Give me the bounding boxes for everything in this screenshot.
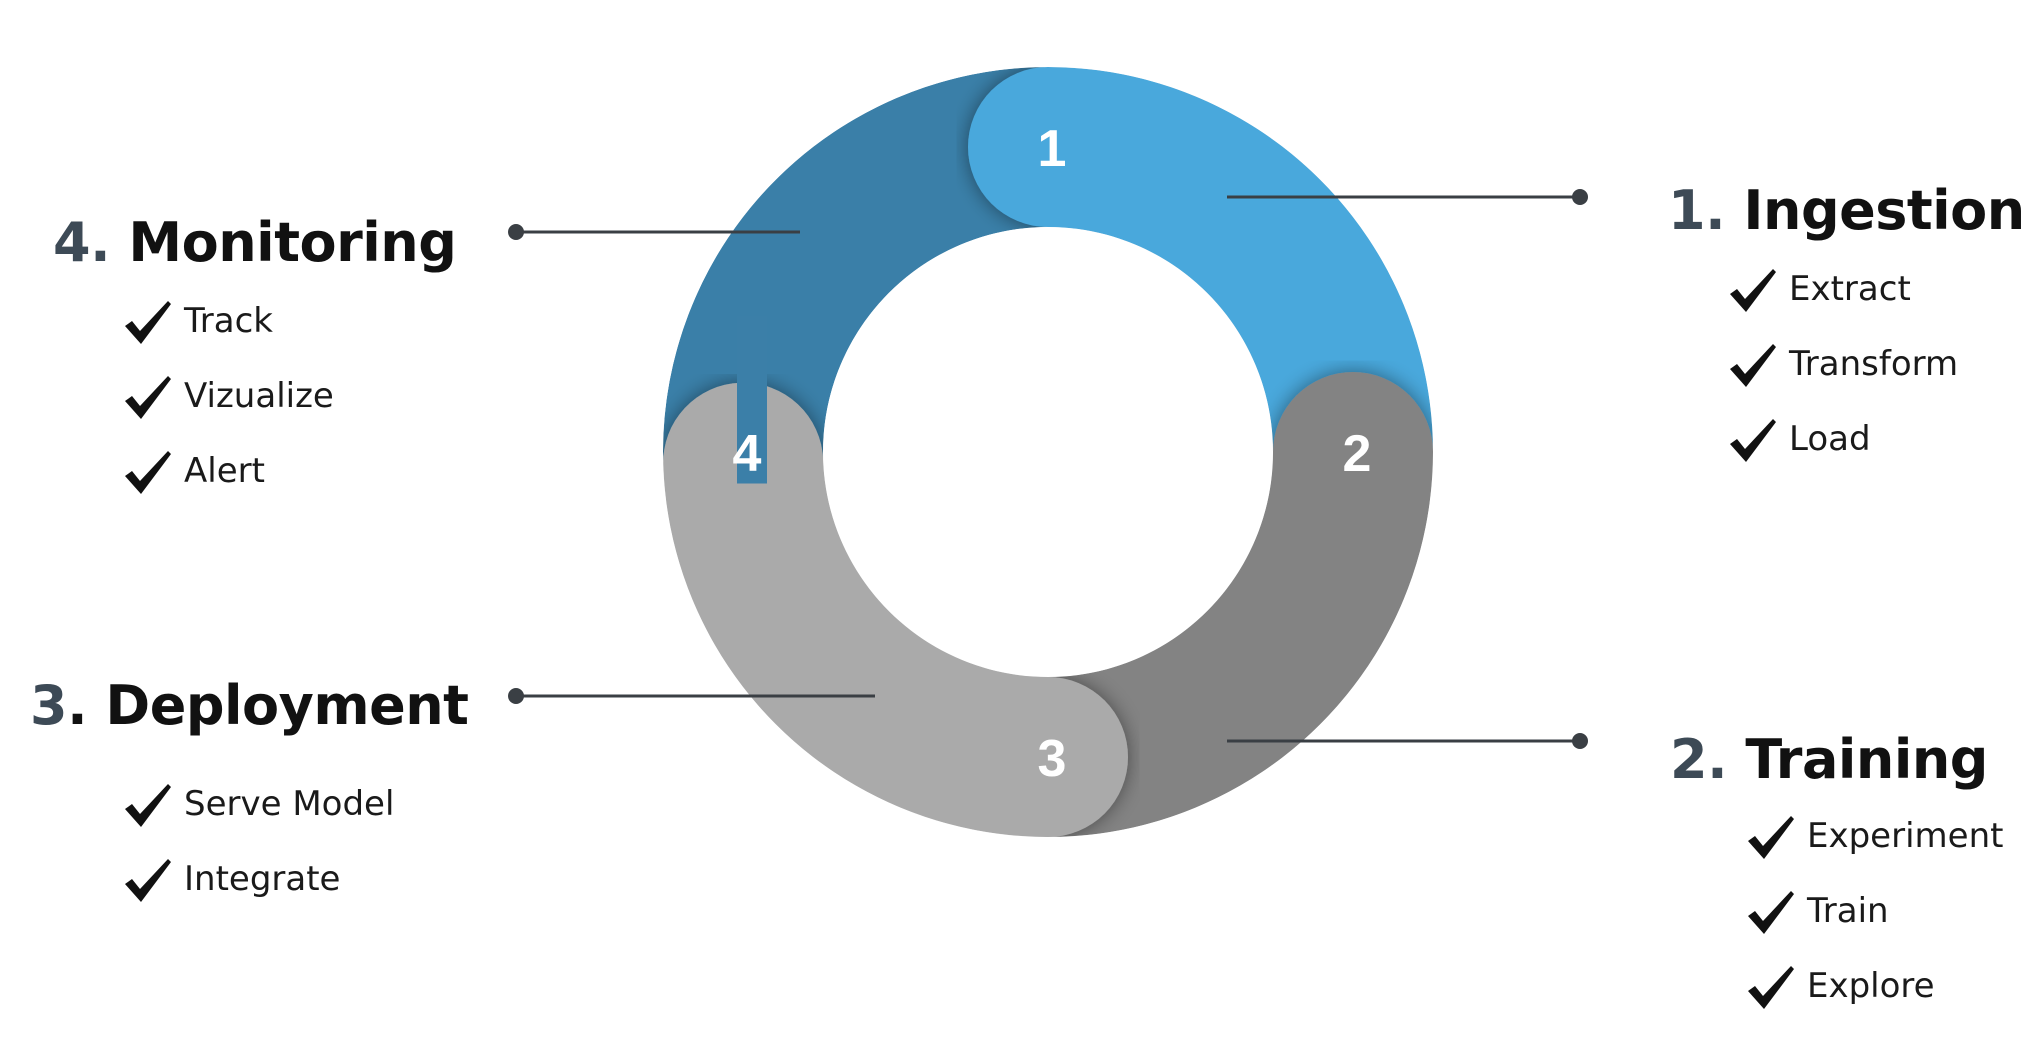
checkmark-icon bbox=[125, 376, 171, 419]
checkmark-icon bbox=[1730, 269, 1776, 312]
checkmark-icon bbox=[1748, 816, 1794, 859]
stage-numeral: 1 bbox=[1668, 179, 1706, 242]
item-text: Extract bbox=[1789, 269, 1911, 309]
segment-number-1: 1 bbox=[1038, 120, 1067, 178]
segment-number-2: 2 bbox=[1343, 425, 1372, 483]
stage-training: 2. Training Experiment Train Explore bbox=[1670, 733, 2003, 1009]
checkmark-icon bbox=[125, 859, 171, 902]
stage-ingestion: 1. Ingestion Extract Transform Load bbox=[1668, 184, 2025, 462]
stage-numeral: 3 bbox=[30, 674, 68, 737]
stage-title-text: Monitoring bbox=[128, 211, 457, 274]
item-text: Load bbox=[1789, 419, 1871, 459]
stage-numeral: 2 bbox=[1670, 728, 1708, 791]
stage-title: 3. Deployment bbox=[30, 679, 469, 733]
stage-title-text: Ingestion bbox=[1743, 179, 2025, 242]
stage-monitoring: 4. Monitoring Track Vizualize Alert bbox=[53, 216, 457, 494]
item-text: Experiment bbox=[1807, 816, 2004, 856]
stage-dot: . bbox=[1705, 179, 1726, 242]
checkmark-icon bbox=[125, 451, 171, 494]
checkmark-icon bbox=[1748, 891, 1794, 934]
stage-dot: . bbox=[67, 674, 88, 737]
stage-numeral: 4 bbox=[53, 211, 91, 274]
item-text: Integrate bbox=[184, 859, 341, 899]
checkmark-icon bbox=[125, 301, 171, 344]
checkmark-icon bbox=[1730, 419, 1776, 462]
stage-deployment: 3. Deployment Serve Model Integrate bbox=[30, 679, 469, 902]
stage-title: 4. Monitoring bbox=[53, 216, 457, 270]
stage-dot: . bbox=[1707, 728, 1728, 791]
item-text: Train bbox=[1807, 891, 1889, 931]
stage-title: 2. Training bbox=[1670, 733, 1988, 787]
checkmark-icon bbox=[1730, 344, 1776, 387]
segment-number-4: 4 bbox=[733, 425, 762, 483]
stage-title-text: Deployment bbox=[105, 674, 469, 737]
stage-title-text: Training bbox=[1745, 728, 1988, 791]
item-text: Alert bbox=[184, 451, 265, 491]
segment-number-3: 3 bbox=[1038, 730, 1067, 788]
item-text: Track bbox=[184, 301, 273, 341]
item-text: Vizualize bbox=[184, 376, 334, 416]
stage-title: 1. Ingestion bbox=[1668, 184, 2025, 238]
checkmark-icon bbox=[125, 784, 171, 827]
item-text: Explore bbox=[1807, 966, 1935, 1006]
item-text: Serve Model bbox=[184, 784, 395, 824]
stage-dot: . bbox=[90, 211, 111, 274]
item-text: Transform bbox=[1789, 344, 1959, 384]
checkmark-icon bbox=[1748, 966, 1794, 1009]
